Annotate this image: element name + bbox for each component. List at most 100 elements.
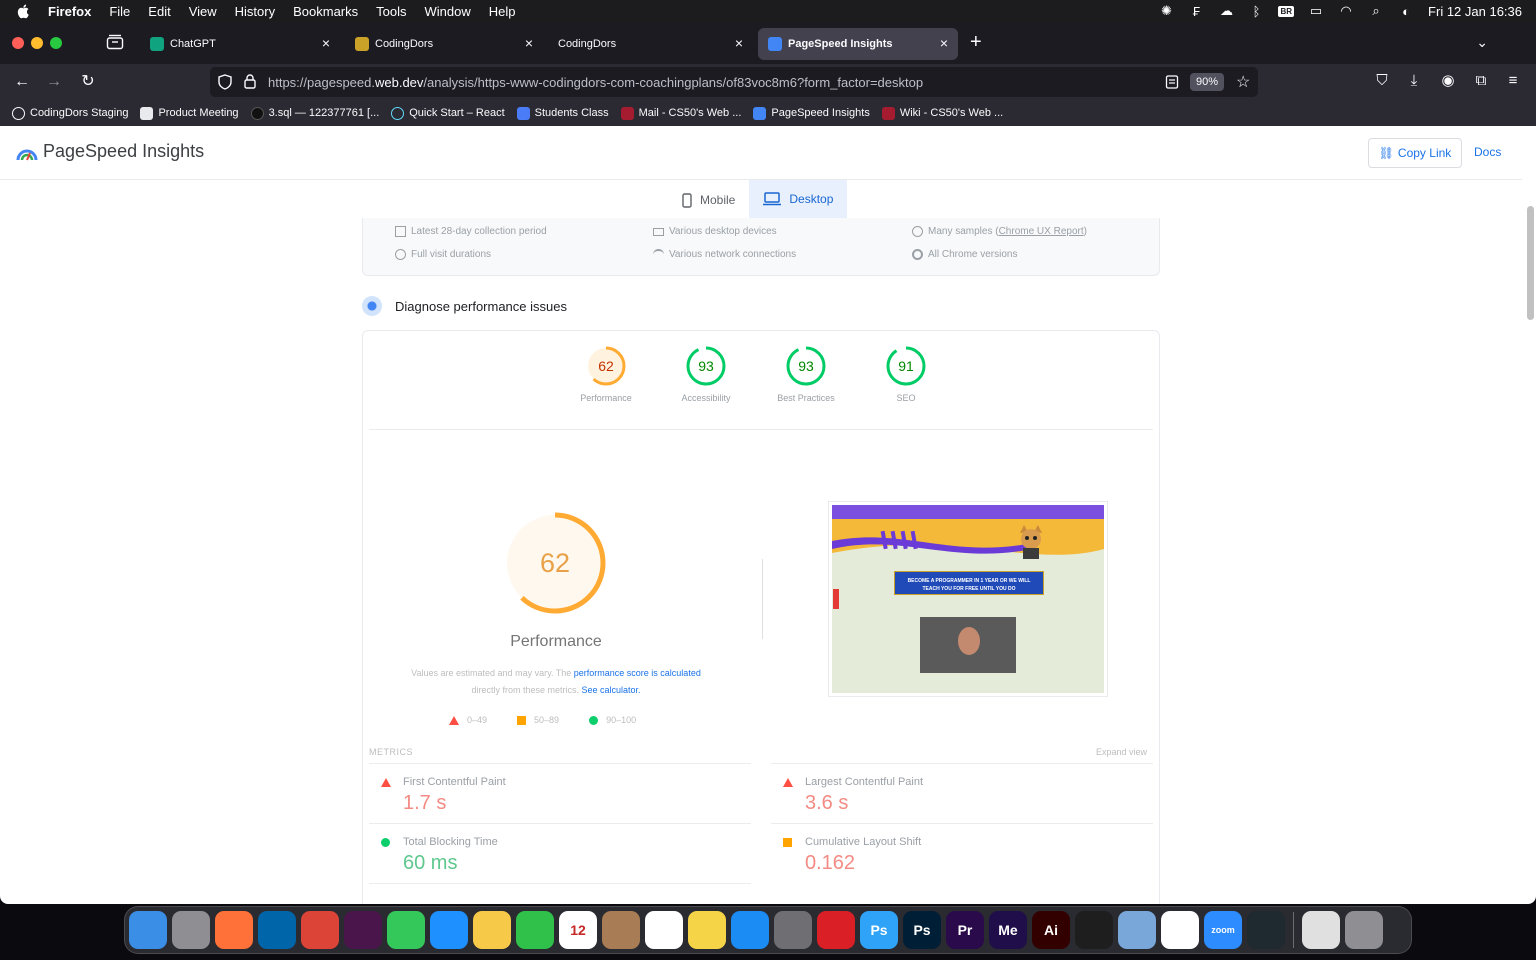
tab-desktop[interactable]: Desktop xyxy=(749,180,848,220)
tab-close-icon[interactable]: × xyxy=(940,36,948,50)
bluetooth-icon[interactable]: ᛒ xyxy=(1248,4,1264,19)
illustrator-icon[interactable]: Ai xyxy=(1032,911,1070,949)
window-minimize-button[interactable] xyxy=(31,37,43,49)
tab-close-icon[interactable]: × xyxy=(322,36,330,50)
gauge-accessibility[interactable]: 93 Accessibility xyxy=(675,345,737,403)
pagespeed-logo-icon[interactable] xyxy=(16,142,38,164)
gear-status-icon[interactable]: ✺ xyxy=(1158,3,1174,18)
new-tab-button[interactable]: + xyxy=(970,32,982,52)
bookmark-product-meeting[interactable]: Product Meeting xyxy=(140,106,239,120)
expand-view-toggle[interactable]: Expand view xyxy=(1096,747,1147,757)
menu-app-name[interactable]: Firefox xyxy=(48,4,91,19)
slack-icon[interactable] xyxy=(344,911,382,949)
cursor-app-icon[interactable] xyxy=(1247,911,1285,949)
tab-close-icon[interactable]: × xyxy=(525,36,533,50)
facetime-icon[interactable] xyxy=(516,911,554,949)
contacts-icon[interactable] xyxy=(602,911,640,949)
menubar-clock[interactable]: Fri 12 Jan 16:36 xyxy=(1428,4,1522,19)
tab-close-icon[interactable]: × xyxy=(735,36,743,50)
notes-icon[interactable] xyxy=(688,911,726,949)
photos-icon[interactable] xyxy=(473,911,511,949)
photoshop-icon[interactable]: Ps xyxy=(903,911,941,949)
list-all-tabs-chevron-icon[interactable]: ⌄ xyxy=(1476,34,1488,51)
app-menu-icon[interactable]: ≡ xyxy=(1504,72,1522,90)
firefox-view-icon[interactable] xyxy=(106,34,124,50)
downloads-stack-icon[interactable] xyxy=(1302,911,1340,949)
lock-icon[interactable] xyxy=(244,74,256,89)
psi-title[interactable]: PageSpeed Insights xyxy=(43,141,204,162)
vscode-icon[interactable] xyxy=(258,911,296,949)
bookmark-codingdors-staging[interactable]: CodingDors Staging xyxy=(12,106,128,120)
bookmark-students-class[interactable]: Students Class xyxy=(516,106,609,120)
copy-link-button[interactable]: ⛓ Copy Link xyxy=(1368,138,1462,168)
final-screenshot[interactable]: BECOME A PROGRAMMER IN 1 YEAR OR WE WILL… xyxy=(828,501,1108,697)
page-scrollbar[interactable] xyxy=(1527,206,1534,320)
wifi-icon[interactable]: ◠ xyxy=(1338,3,1354,18)
finder-icon[interactable] xyxy=(129,911,167,949)
forward-arrow-icon[interactable]: → xyxy=(44,72,64,92)
reminders-icon[interactable] xyxy=(645,911,683,949)
photoshop-express-icon[interactable]: Ps xyxy=(860,911,898,949)
bookmark-star-icon[interactable]: ☆ xyxy=(1236,72,1250,92)
menu-window[interactable]: Window xyxy=(425,4,471,19)
zoom-level-badge[interactable]: 90% xyxy=(1190,73,1225,91)
tab-codingdors-2[interactable]: CodingDors × xyxy=(548,28,753,60)
launchpad-icon[interactable] xyxy=(172,911,210,949)
creative-cloud-icon[interactable] xyxy=(817,911,855,949)
media-encoder-icon[interactable]: Me xyxy=(989,911,1027,949)
bookmark-pagespeed-insights[interactable]: PageSpeed Insights xyxy=(753,106,870,120)
back-arrow-icon[interactable]: ← xyxy=(12,72,32,92)
gauge-seo[interactable]: 91 SEO xyxy=(875,345,937,403)
settings-icon[interactable] xyxy=(774,911,812,949)
gauge-performance[interactable]: 62 Performance xyxy=(575,345,637,403)
window-zoom-button[interactable] xyxy=(50,37,62,49)
url-text[interactable]: https://pagespeed.web.dev/analysis/https… xyxy=(268,75,923,90)
tab-codingdors-1[interactable]: CodingDors × xyxy=(345,28,543,60)
menu-bookmarks[interactable]: Bookmarks xyxy=(293,4,358,19)
bookmark-mail-cs50[interactable]: Mail - CS50's Web ... xyxy=(620,106,741,120)
bookmark-wiki-cs50[interactable]: Wiki - CS50's Web ... xyxy=(881,106,1003,120)
input-source-badge[interactable]: BR xyxy=(1278,5,1295,17)
gauge-best-practices[interactable]: 93 Best Practices xyxy=(775,345,837,403)
trash-icon[interactable] xyxy=(1345,911,1383,949)
chrome-ux-report-link[interactable]: Chrome UX Report xyxy=(999,226,1084,237)
menu-view[interactable]: View xyxy=(189,4,217,19)
tab-chatgpt[interactable]: ChatGPT × xyxy=(140,28,340,60)
extensions-icon[interactable]: ⧉ xyxy=(1472,72,1490,90)
reader-view-icon[interactable] xyxy=(1165,75,1179,89)
flower-app-icon[interactable] xyxy=(1161,911,1199,949)
bookmark-3-sql[interactable]: 3.sql — 122377761 [... xyxy=(250,106,379,120)
tab-pagespeed-insights[interactable]: PageSpeed Insights × xyxy=(758,28,958,60)
mail-icon[interactable] xyxy=(430,911,468,949)
see-calculator-link[interactable]: See calculator. xyxy=(581,685,640,695)
firefox-icon[interactable] xyxy=(215,911,253,949)
premiere-icon[interactable]: Pr xyxy=(946,911,984,949)
tab-mobile[interactable]: Mobile xyxy=(668,180,749,220)
reload-icon[interactable]: ↻ xyxy=(78,72,98,92)
pocket-icon[interactable]: ⛉ xyxy=(1373,72,1391,90)
figma-icon[interactable] xyxy=(1075,911,1113,949)
docs-link[interactable]: Docs xyxy=(1474,145,1501,159)
messages-icon[interactable] xyxy=(387,911,425,949)
tracking-shield-icon[interactable] xyxy=(218,74,232,90)
battery-icon[interactable]: ▭ xyxy=(1308,3,1324,18)
menu-tools[interactable]: Tools xyxy=(376,4,406,19)
appstore-icon[interactable] xyxy=(731,911,769,949)
menu-help[interactable]: Help xyxy=(489,4,516,19)
creative-cloud-status-icon[interactable]: ☁ xyxy=(1218,3,1234,18)
window-close-button[interactable] xyxy=(12,37,24,49)
url-bar[interactable]: https://pagespeed.web.dev/analysis/https… xyxy=(210,67,1258,97)
preview-icon[interactable] xyxy=(1118,911,1156,949)
account-icon[interactable]: ◉ xyxy=(1439,72,1457,90)
spotlight-search-icon[interactable]: ⌕ xyxy=(1368,3,1384,18)
chrome-icon[interactable] xyxy=(301,911,339,949)
control-center-icon[interactable]: ◐ xyxy=(1398,4,1414,19)
zoom-icon[interactable]: zoom xyxy=(1204,911,1242,949)
menu-edit[interactable]: Edit xyxy=(148,4,170,19)
performance-score-link[interactable]: performance score is calculated xyxy=(574,668,701,678)
downloads-icon[interactable]: ⤓ xyxy=(1405,72,1423,90)
bookmark-quick-start-react[interactable]: Quick Start – React xyxy=(391,106,505,120)
menu-file[interactable]: File xyxy=(109,4,130,19)
figma-status-icon[interactable]: ₣ xyxy=(1188,4,1204,19)
apple-icon[interactable] xyxy=(16,3,32,19)
